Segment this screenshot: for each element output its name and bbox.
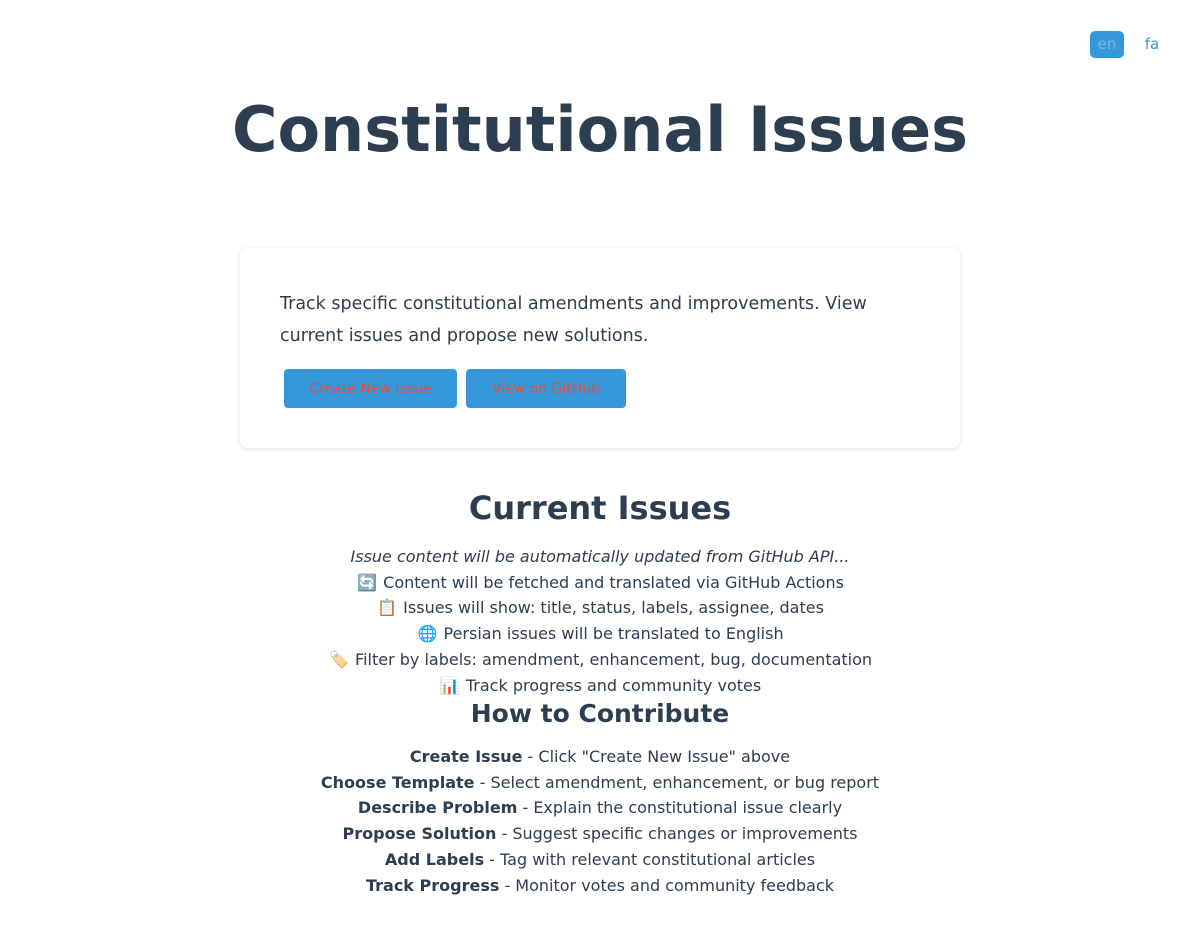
list-item: Propose Solution - Suggest specific chan…	[0, 821, 1200, 847]
step-description: - Monitor votes and community feedback	[499, 875, 835, 895]
list-item: Choose Template - Select amendment, enha…	[0, 770, 1200, 796]
page-title: Constitutional Issues	[231, 93, 969, 166]
list-item-text: Issues will show: title, status, labels,…	[403, 598, 824, 618]
clipboard-icon: 📋	[377, 598, 398, 618]
current-issues-list: Issue content will be automatically upda…	[0, 544, 1200, 698]
step-name: Describe Problem	[357, 798, 518, 818]
list-item-text: Filter by labels: amendment, enhancement…	[355, 649, 873, 669]
step-name: Choose Template	[320, 772, 475, 792]
step-name: Add Labels	[384, 849, 485, 869]
step-name: Propose Solution	[342, 824, 497, 844]
list-item-text: Content will be fetched and translated v…	[383, 572, 844, 592]
list-item: Create Issue - Click "Create New Issue" …	[0, 744, 1200, 770]
list-item: Add Labels - Tag with relevant constitut…	[0, 847, 1200, 873]
how-to-contribute-title: How to Contribute	[470, 699, 730, 728]
intro-card: Track specific constitutional amendments…	[240, 248, 960, 448]
step-description: - Tag with relevant constitutional artic…	[484, 849, 816, 869]
list-item: Describe Problem - Explain the constitut…	[0, 795, 1200, 821]
list-item: Track Progress - Monitor votes and commu…	[0, 873, 1200, 899]
update-note: Issue content will be automatically upda…	[350, 547, 850, 566]
list-item: 🏷️ Filter by labels: amendment, enhancem…	[0, 647, 1200, 673]
view-on-github-button[interactable]: View on GitHub	[466, 369, 626, 408]
contribute-steps: Create Issue - Click "Create New Issue" …	[0, 744, 1200, 898]
list-item-text: Persian issues will be translated to Eng…	[443, 624, 784, 644]
lang-fa-button[interactable]: fa	[1144, 31, 1160, 58]
create-new-issue-button[interactable]: Create New Issue	[284, 369, 457, 408]
step-description: - Click "Create New Issue" above	[522, 747, 791, 766]
step-description: - Select amendment, enhancement, or bug …	[474, 772, 880, 792]
list-item: 🌐 Persian issues will be translated to E…	[0, 621, 1200, 647]
intro-text: Track specific constitutional amendments…	[280, 294, 867, 346]
step-description: - Explain the constitutional issue clear…	[517, 798, 843, 818]
list-item: 📊 Track progress and community votes	[0, 673, 1200, 699]
lang-en-button[interactable]: en	[1090, 31, 1124, 58]
intro-actions: Create New Issue View on GitHub	[280, 369, 920, 408]
label-tag-icon: 🏷️	[328, 649, 349, 669]
list-item-text: Track progress and community votes	[465, 675, 762, 695]
globe-icon: 🌐	[417, 624, 438, 644]
step-name: Track Progress	[365, 875, 500, 895]
step-description: - Suggest specific changes or improvemen…	[496, 824, 858, 844]
list-item: 🔄 Content will be fetched and translated…	[0, 570, 1200, 596]
list-item: 📋 Issues will show: title, status, label…	[0, 595, 1200, 621]
refresh-icon: 🔄	[357, 572, 377, 592]
language-switcher: en fa	[1090, 31, 1160, 58]
step-name: Create Issue	[409, 747, 523, 766]
bar-chart-icon: 📊	[439, 675, 460, 695]
current-issues-title: Current Issues	[468, 489, 732, 527]
